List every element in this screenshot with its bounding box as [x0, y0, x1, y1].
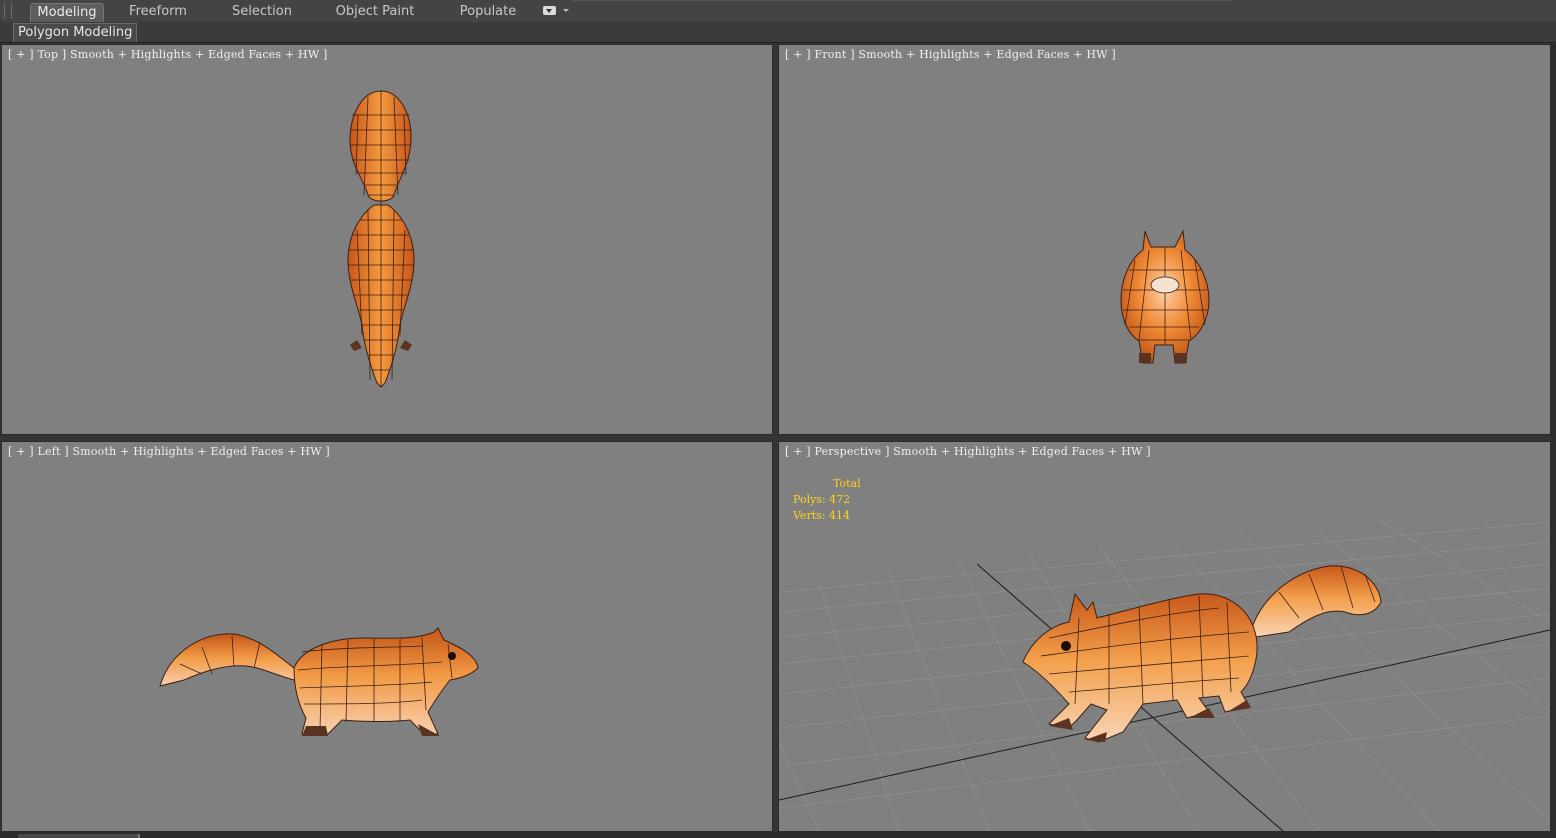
- ribbon-panel-bar: Polygon Modeling: [0, 22, 1556, 43]
- chevron-down-icon: [563, 9, 569, 12]
- squirrel-model-top: [347, 90, 415, 388]
- viewport-left[interactable]: [ + ] Left ] Smooth + Highlights + Edged…: [1, 441, 773, 832]
- polygon-modeling-panel[interactable]: Polygon Modeling: [13, 23, 138, 42]
- perspective-scene: [779, 519, 1550, 831]
- tab-freeform[interactable]: Freeform: [122, 3, 194, 21]
- viewport-top[interactable]: [ + ] Top ] Smooth + Highlights + Edged …: [1, 44, 773, 435]
- squirrel-model-left: [159, 627, 479, 736]
- right-scroll-edge: [1551, 44, 1556, 832]
- ribbon-options-icon: [543, 6, 556, 15]
- tab-object-paint[interactable]: Object Paint: [332, 3, 418, 21]
- timeline-bar: [0, 832, 1556, 838]
- tab-selection[interactable]: Selection: [226, 3, 298, 21]
- viewport-front[interactable]: [ + ] Front ] Smooth + Highlights + Edge…: [778, 44, 1551, 435]
- squirrel-model-front: [1120, 229, 1210, 364]
- time-slider[interactable]: [18, 834, 140, 838]
- ribbon-tab-bar: Modeling Freeform Selection Object Paint…: [0, 0, 1556, 23]
- ribbon-divider: [572, 0, 1232, 1]
- tab-modeling[interactable]: Modeling: [30, 3, 104, 22]
- 3dsmax-window: Modeling Freeform Selection Object Paint…: [0, 0, 1556, 838]
- ribbon-grip-handle[interactable]: [4, 3, 12, 19]
- viewport-perspective[interactable]: [ + ] Perspective ] Smooth + Highlights …: [778, 441, 1551, 832]
- tab-populate[interactable]: Populate: [452, 3, 524, 21]
